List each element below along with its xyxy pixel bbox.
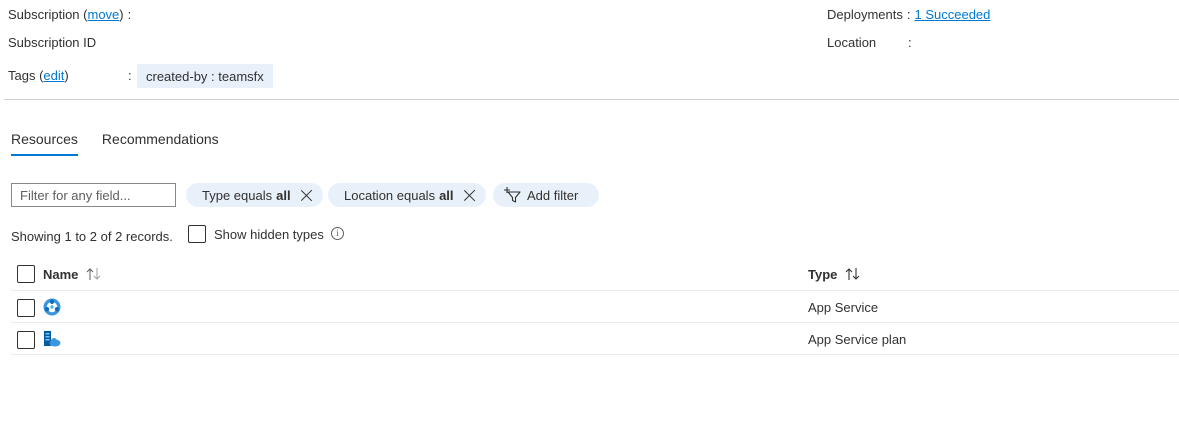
tab-recommendations[interactable]: Recommendations <box>102 128 219 156</box>
tags-colon: : <box>128 67 132 83</box>
sort-icon[interactable] <box>85 267 103 281</box>
info-icon[interactable]: i <box>331 227 344 240</box>
tags-edit-link[interactable]: edit <box>43 68 64 83</box>
type-filter-pill[interactable]: Type equals all <box>186 183 323 207</box>
subscription-move-link[interactable]: move <box>88 7 120 22</box>
add-filter-button[interactable]: Add filter <box>493 183 599 207</box>
row-checkbox[interactable] <box>17 331 35 349</box>
column-type-label: Type <box>808 266 838 282</box>
deployments-link[interactable]: 1 Succeeded <box>915 7 991 22</box>
location-row: Location <box>827 33 876 51</box>
tag-chip: created-by : teamsfx <box>137 64 273 88</box>
subscription-colon: : <box>127 6 132 22</box>
row-type: App Service plan <box>808 331 907 347</box>
column-header-type[interactable]: Type <box>808 265 862 283</box>
tab-bar: Resources Recommendations <box>11 128 219 156</box>
tags-label: Tags <box>8 67 36 83</box>
close-icon[interactable] <box>464 189 476 201</box>
location-filter-value: all <box>439 187 454 203</box>
deployments-colon: : <box>906 6 911 22</box>
app-service-plan-icon <box>44 331 61 347</box>
app-service-icon <box>43 298 61 316</box>
add-filter-icon <box>504 187 521 203</box>
deployments-row: Deployments:1 Succeeded <box>827 5 990 23</box>
deployments-label: Deployments <box>827 6 903 22</box>
type-filter-prefix: Type equals <box>202 187 273 203</box>
location-filter-pill[interactable]: Location equals all <box>328 183 486 207</box>
subscription-row: Subscription (move): <box>8 6 132 22</box>
show-hidden-label: Show hidden types <box>214 226 324 242</box>
location-label: Location <box>827 34 877 50</box>
row-type: App Service <box>808 299 879 315</box>
filter-input[interactable] <box>11 183 176 207</box>
subscription-label: Subscription <box>8 6 80 22</box>
location-filter-prefix: Location equals <box>344 187 436 203</box>
table-row[interactable]: App Service plan <box>11 323 1179 355</box>
subscription-id-label: Subscription ID <box>8 34 97 50</box>
close-icon[interactable] <box>301 189 313 201</box>
resources-grid: Name Type App Service App Service plan <box>11 257 1179 355</box>
essentials-divider <box>4 99 1179 100</box>
table-row[interactable]: App Service <box>11 291 1179 323</box>
column-header-name[interactable]: Name <box>43 265 103 283</box>
tab-resources[interactable]: Resources <box>11 128 78 156</box>
grid-header: Name Type <box>11 257 1179 291</box>
row-checkbox[interactable] <box>17 299 35 317</box>
select-all-checkbox[interactable] <box>17 265 35 283</box>
subscription-id-row: Subscription ID <box>8 33 96 51</box>
column-name-label: Name <box>43 266 79 282</box>
show-hidden-checkbox[interactable] <box>188 225 206 243</box>
type-filter-value: all <box>276 187 291 203</box>
records-count: Showing 1 to 2 of 2 records. <box>11 228 173 244</box>
sort-icon[interactable] <box>844 267 862 281</box>
add-filter-label: Add filter <box>527 187 579 203</box>
location-colon: : <box>908 34 912 50</box>
tags-row: Tags (edit) <box>8 67 69 83</box>
